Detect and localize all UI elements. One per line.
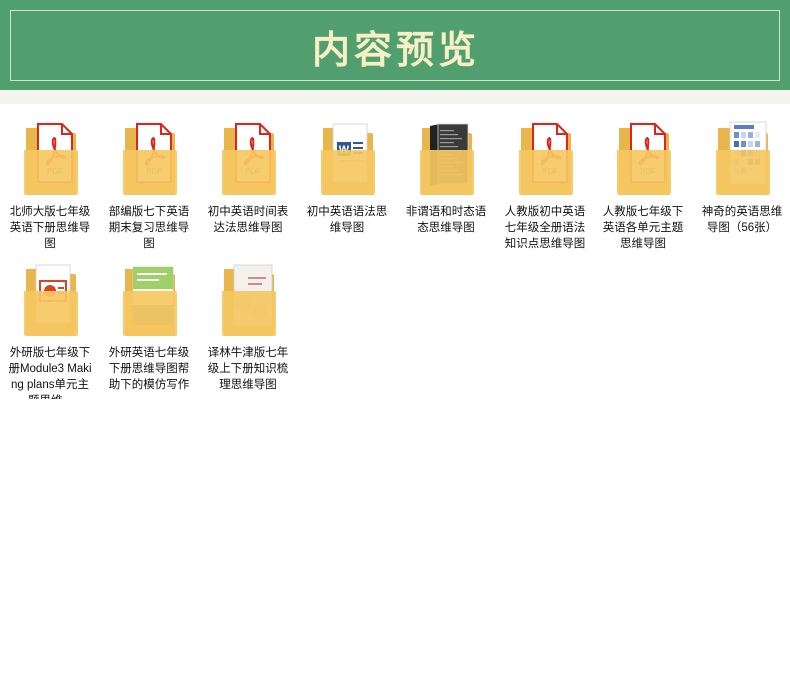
folder-icon [416,120,476,198]
folder-icon: PDF [515,120,575,198]
file-item[interactable]: 译林牛津版七年级上下册知识梳理思维导图 [203,261,293,399]
file-name: 北师大版七年级英语下册思维导图 [9,206,91,250]
file-item[interactable]: 外研英语七年级下册思维导图帮助下的模仿写作 [104,261,194,399]
file-name: 初中英语语法思维导图 [306,206,388,234]
file-name: 非谓语和时态语态思维导图 [405,206,487,234]
folder-icon [20,261,80,339]
file-item[interactable]: PDF 北师大版七年级英语下册思维导图 [5,120,95,258]
folder-icon: PDF [20,120,80,198]
page-title: 内容预览 [311,27,480,72]
file-item[interactable]: PDF 部编版七下英语期末复习思维导图 [104,120,194,258]
file-item[interactable]: PDF 人教版七年级下英语各单元主题思维导图 [598,120,688,258]
file-item[interactable]: 非谓语和时态语态思维导图 [401,120,491,258]
file-item[interactable]: W 初中英语语法思维导图 [302,120,392,258]
file-item[interactable]: PDF 人教版初中英语七年级全册语法知识点思维导图 [500,120,590,258]
file-name: 初中英语时间表达法思维导图 [207,206,289,234]
folder-icon [218,261,278,339]
folder-icon [119,261,179,339]
file-name: 外研版七年级下册Module3 Making plans单元主题思维... [8,347,92,399]
folder-icon: PDF [613,120,673,198]
file-item[interactable]: 神奇的英语思维导图（56张） [697,120,787,258]
file-name: 部编版七下英语期末复习思维导图 [108,206,190,250]
folder-icon: W [317,120,377,198]
file-name: 译林牛津版七年级上下册知识梳理思维导图 [207,347,289,391]
file-item[interactable]: PDF 初中英语时间表达法思维导图 [203,120,293,258]
folder-icon: PDF [218,120,278,198]
file-item[interactable]: 外研版七年级下册Module3 Making plans单元主题思维... [5,261,95,399]
banner-frame: 内容预览 [10,10,780,81]
file-name: 神奇的英语思维导图（56张） [701,206,783,234]
header-banner: 内容预览 [0,0,790,90]
header-divider [0,90,790,104]
file-name: 外研英语七年级下册思维导图帮助下的模仿写作 [108,347,190,391]
folder-icon [712,120,772,198]
file-name: 人教版七年级下英语各单元主题思维导图 [602,206,684,250]
folder-icon: PDF [119,120,179,198]
file-name: 人教版初中英语七年级全册语法知识点思维导图 [504,206,586,250]
